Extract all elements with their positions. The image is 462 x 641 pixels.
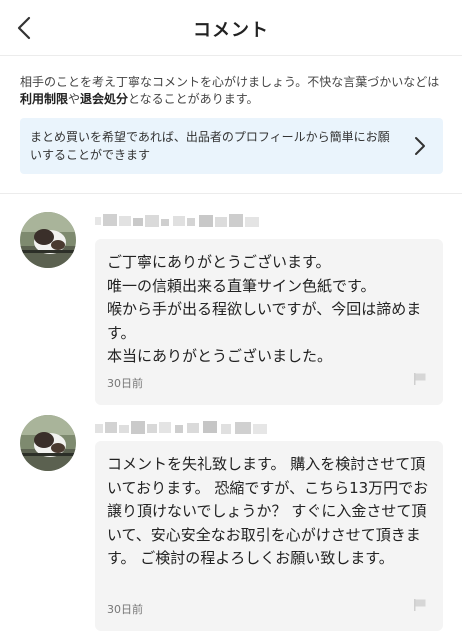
comment-bubble: ご丁寧にありがとうございます。 唯一の信頼出来る直筆サイン色紙です。 喉から手が… (95, 239, 443, 405)
notice-text-after: となることがあります。 (128, 92, 259, 106)
comment-text: ご丁寧にありがとうございます。 唯一の信頼出来る直筆サイン色紙です。 喉から手が… (107, 253, 422, 365)
page-title: コメント (193, 20, 269, 41)
header-bar: コメント (0, 0, 462, 56)
notice-text-mid: や (68, 92, 81, 106)
comment-bubble: コメントを失礼致します。 購入を検討させて頂いております。 恐縮ですが、こちら1… (95, 441, 443, 631)
section-divider (0, 193, 462, 194)
comment-timestamp: 30日前 (107, 603, 143, 616)
comment-guideline-notice: 相手のことを考え丁寧なコメントを心がけましょう。不快な言葉づかいなどは利用制限や… (20, 74, 445, 108)
avatar[interactable] (20, 415, 76, 471)
bulk-purchase-banner[interactable]: まとめ買いを希望であれば、出品者のプロフィールから簡単にお願いすることができます (20, 118, 443, 174)
comment-text: コメントを失礼致します。 購入を検討させて頂いております。 恐縮ですが、こちら1… (107, 455, 429, 567)
notice-bold-usage-restriction: 利用制限 (20, 92, 69, 106)
avatar[interactable] (20, 212, 76, 268)
flag-icon[interactable] (413, 372, 427, 386)
flag-icon[interactable] (413, 598, 427, 612)
comment-timestamp: 30日前 (107, 377, 143, 390)
chevron-right-icon (415, 137, 425, 155)
username-blurred (95, 420, 275, 434)
username-blurred (95, 213, 265, 227)
banner-text: まとめ買いを希望であれば、出品者のプロフィールから簡単にお願いすることができます (30, 130, 390, 162)
notice-text-before: 相手のことを考え丁寧なコメントを心がけましょう。不快な言葉づかいなどは (20, 75, 440, 89)
notice-bold-withdrawal: 退会処分 (80, 92, 129, 106)
